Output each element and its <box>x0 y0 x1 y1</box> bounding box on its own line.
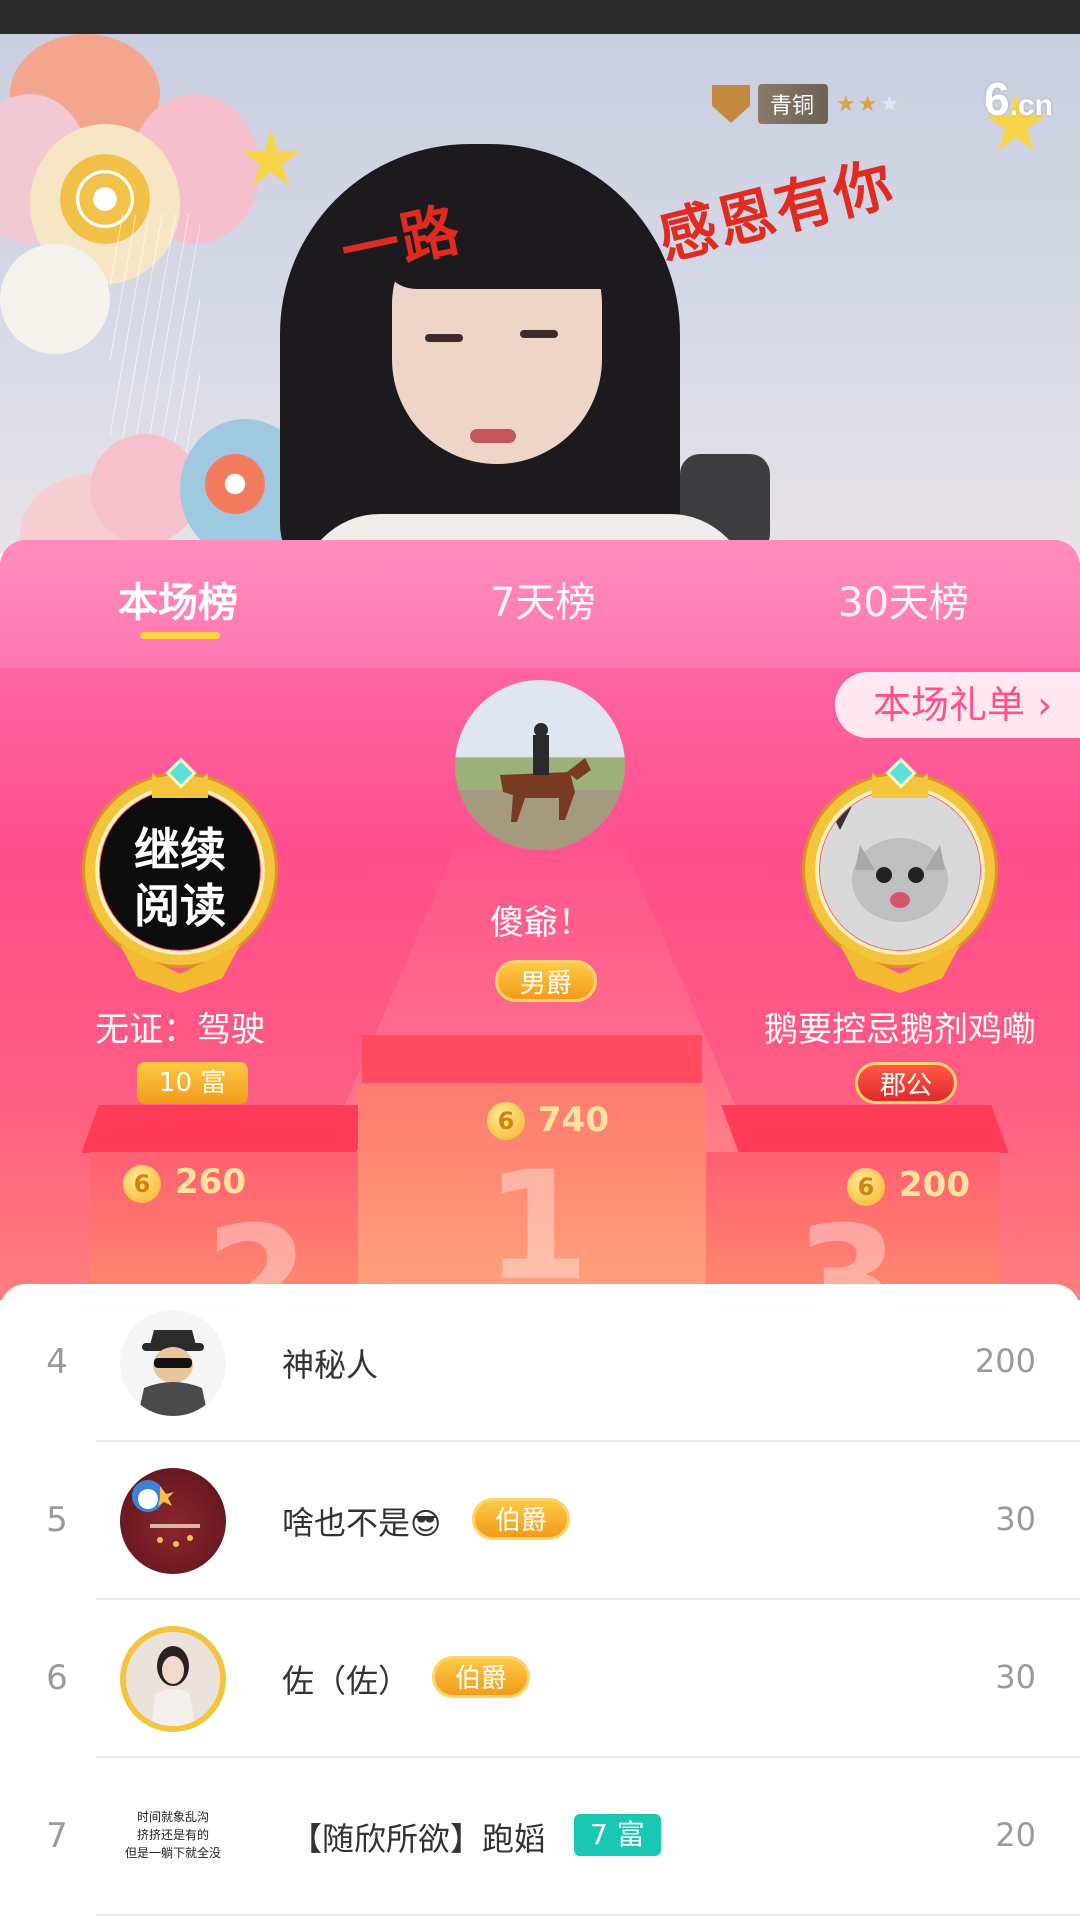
list-item[interactable]: 7 时间就象乱沟 挤挤还是有的 但是一躺下就全没 【随欣所欲】跑嫍 7 富 20 <box>0 1758 1080 1916</box>
user-name: 神秘人 <box>282 1346 379 1384</box>
user-avatar <box>120 1468 226 1574</box>
eye <box>425 334 463 342</box>
site-logo: 6.cn <box>984 73 1053 125</box>
tab-this-session[interactable]: 本场榜 <box>118 570 238 628</box>
title-badge: 伯爵 <box>472 1498 571 1540</box>
podium-top-2 <box>81 1105 374 1153</box>
rank-shield-icon <box>712 85 750 123</box>
rank-number: 4 <box>46 1342 68 1382</box>
leaderboard-panel: 本场榜 7天榜 30天榜 本场礼单 › 2 3 1 傻爺！ 男爵 6 740 继… <box>0 540 1080 1300</box>
rank-number: 6 <box>46 1658 68 1698</box>
gift-list-button[interactable]: 本场礼单 › <box>835 672 1080 738</box>
list-item[interactable]: 4 神秘人 200 <box>0 1284 1080 1442</box>
podium-number-1: 1 <box>485 1140 590 1300</box>
user-name: 佐（佐） <box>282 1662 411 1700</box>
second-place-name: 无证：驾驶 <box>95 1010 265 1050</box>
third-place-score: 200 <box>899 1165 970 1205</box>
coin-icon: 6 <box>487 1102 525 1140</box>
tab-7-days[interactable]: 7天榜 <box>490 570 595 628</box>
third-place-title-badge: 郡公 <box>855 1062 958 1104</box>
eye <box>520 330 558 338</box>
third-place-avatar[interactable] <box>820 790 980 950</box>
status-strip <box>0 0 1080 34</box>
user-avatar: 时间就象乱沟 挤挤还是有的 但是一躺下就全没 <box>120 1784 226 1890</box>
user-name: 啥也不是😎 <box>282 1504 442 1542</box>
first-place-name: 傻爺！ <box>490 903 592 943</box>
rank-number: 5 <box>46 1500 68 1540</box>
wealth-badge: 7 富 <box>574 1814 661 1856</box>
title-badge: 伯爵 <box>432 1656 531 1698</box>
mystery-user-avatar <box>120 1310 226 1416</box>
rank-number: 7 <box>46 1816 68 1856</box>
user-points: 20 <box>995 1816 1036 1854</box>
second-place-avatar[interactable]: 继续 阅读 <box>100 790 260 950</box>
first-place-avatar[interactable] <box>455 680 625 850</box>
third-place-name: 鹅要控忌鹅剂鸡嘞 <box>764 1010 1036 1050</box>
lips <box>470 429 516 443</box>
rank-stars: ★★★ <box>836 91 902 117</box>
balloon <box>0 244 110 354</box>
active-tab-indicator <box>140 632 220 639</box>
coin-icon: 6 <box>123 1165 161 1203</box>
tab-bar: 本场榜 7天榜 30天榜 <box>0 540 1080 668</box>
user-points: 30 <box>995 1658 1036 1696</box>
sunglasses-emoji-icon: 😎 <box>410 1507 442 1542</box>
user-avatar <box>120 1626 226 1732</box>
coin-icon: 6 <box>847 1168 885 1206</box>
banner-text-right: 感恩有你 <box>651 148 901 273</box>
streamer-rank-badge: 青铜 ★★★ <box>712 84 901 124</box>
podium-top-1 <box>362 1035 702 1083</box>
tab-30-days[interactable]: 30天榜 <box>838 570 969 628</box>
ranking-list: 4 神秘人 200 5 啥也不是😎 伯爵 30 6 佐（佐） 伯爵 30 7 时… <box>0 1284 1080 1920</box>
second-place-score: 260 <box>175 1162 246 1202</box>
divider <box>96 1914 1080 1916</box>
rank-label: 青铜 <box>758 84 829 124</box>
live-video[interactable]: 一路 感恩有你 青铜 ★★★ 6.cn <box>0 34 1080 554</box>
user-name: 【随欣所欲】跑嫍 <box>290 1820 547 1858</box>
user-points: 30 <box>995 1500 1036 1538</box>
list-item[interactable]: 5 啥也不是😎 伯爵 30 <box>0 1442 1080 1600</box>
first-place-score: 740 <box>538 1100 609 1140</box>
podium-top-3 <box>721 1105 1009 1153</box>
user-points: 200 <box>974 1342 1036 1380</box>
list-item[interactable]: 6 佐（佐） 伯爵 30 <box>0 1600 1080 1758</box>
first-place-title-badge: 男爵 <box>495 960 598 1002</box>
second-place-wealth-badge: 10 富 <box>137 1062 249 1104</box>
